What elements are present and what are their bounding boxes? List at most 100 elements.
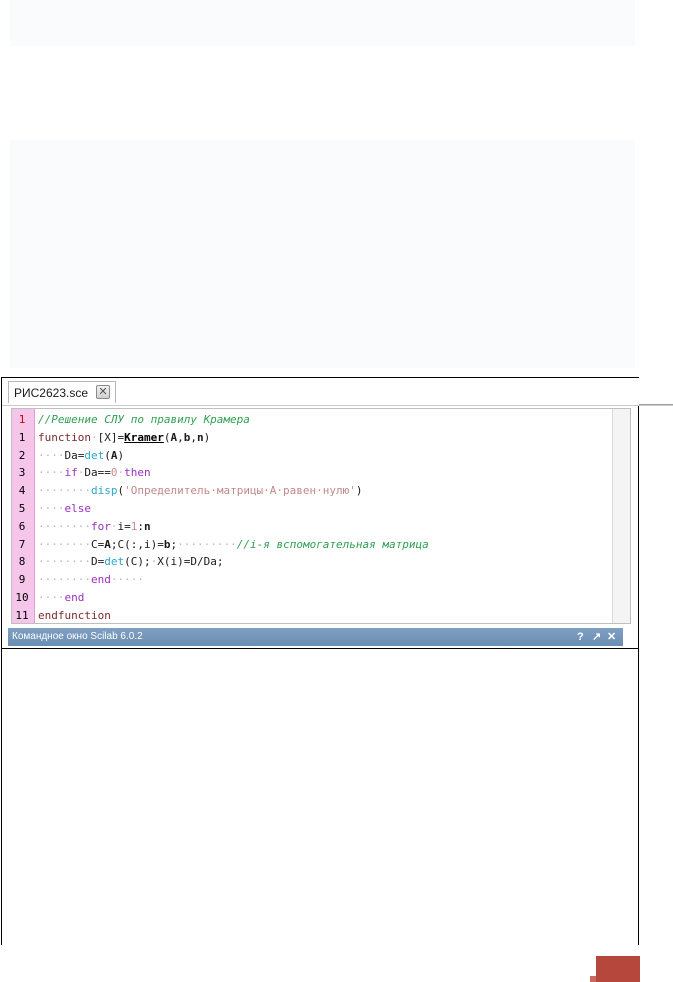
code-token: for: [90, 519, 111, 533]
line-number: 1: [18, 413, 26, 426]
code-token: ): [137, 555, 144, 569]
code-token: /: [196, 555, 204, 569]
faint-band-middle: [10, 140, 635, 368]
code-token: ····: [38, 448, 65, 462]
code-token: D: [90, 555, 98, 569]
code-line[interactable]: 11 endfunction: [12, 607, 612, 623]
code-token: function: [38, 430, 91, 444]
code-token: Da: [203, 555, 217, 569]
code-editor[interactable]: 1 //Решение СЛУ по правилу Крамера 1 functi…: [11, 408, 631, 624]
code-text: ········C=A;C(:,i)=b;·········//i-я вспо…: [38, 536, 429, 554]
code-token: ==: [97, 466, 111, 480]
code-text: endfunction: [38, 607, 111, 623]
help-icon[interactable]: ?: [577, 628, 584, 646]
code-token: n: [143, 519, 151, 533]
code-token: ·····: [110, 573, 144, 587]
code-token: 'Определитель·матрицы·А·равен·нулю': [124, 484, 356, 498]
code-token: ;: [143, 555, 151, 569]
code-line[interactable]: 1 function·[X]=Kramer(A,b,n): [12, 429, 612, 447]
code-token: end: [90, 573, 111, 587]
code-text: ····else: [38, 500, 91, 518]
console-title-bar: Командное окно Scilab 6.0.2 ? ↗ ✕: [8, 628, 623, 646]
code-text: ········D=det(C);·X(i)=D/Da;: [38, 553, 223, 571]
code-token: [X]: [97, 430, 118, 444]
code-token: else: [64, 502, 92, 515]
line-number: 9: [18, 573, 26, 587]
line-number: 11: [15, 608, 29, 622]
code-line[interactable]: 9 ········end·····: [12, 571, 612, 589]
code-token: //i-я вспомогательная матрица: [236, 537, 429, 551]
code-token: ········: [38, 555, 91, 569]
code-token: A: [110, 448, 118, 462]
code-token: A: [104, 537, 111, 551]
code-token: Kramer: [124, 430, 164, 444]
code-token: ,: [177, 430, 184, 444]
line-number: 3: [18, 466, 26, 480]
scinotes-window: РИС2623.sce ✕ 1 //Решение СЛУ по правилу …: [1, 377, 673, 945]
code-token: then: [124, 466, 151, 480]
code-line[interactable]: 6 ········for·i=1:n: [12, 518, 612, 536]
code-text: ····Da=det(A): [38, 447, 124, 465]
code-line[interactable]: 5 ····else: [12, 500, 612, 518]
code-token: ): [177, 555, 184, 569]
line-number: 6: [18, 519, 26, 533]
console-output-area[interactable]: [2, 648, 638, 945]
code-token: :: [137, 519, 144, 533]
code-token: 0: [110, 466, 118, 480]
line-number: 2: [18, 448, 26, 462]
code-token: C: [90, 537, 98, 551]
code-token: ········: [38, 484, 91, 498]
code-token: (: [124, 537, 131, 551]
undock-icon[interactable]: ↗: [592, 628, 601, 646]
code-token: ·: [90, 430, 98, 444]
code-line[interactable]: 1 //Решение СЛУ по правилу Крамера: [12, 411, 612, 429]
code-token: ): [117, 448, 125, 462]
line-number: 10: [15, 591, 29, 604]
code-token: disp: [90, 484, 118, 498]
code-token: n: [196, 430, 204, 444]
file-tab[interactable]: РИС2623.sce ✕: [8, 381, 116, 403]
code-token: ): [203, 430, 211, 444]
code-token: if: [64, 466, 78, 480]
code-line[interactable]: 7 ········C=A;C(:,i)=b;·········//i-я всп…: [12, 536, 612, 554]
code-token: Da: [84, 466, 98, 480]
code-token: ,: [190, 430, 197, 444]
vertical-scrollbar[interactable]: [612, 409, 630, 623]
code-token: =: [124, 519, 131, 533]
code-text: function·[X]=Kramer(A,b,n): [38, 429, 210, 447]
code-token: D: [190, 555, 197, 569]
code-line[interactable]: 4 ········disp('Определитель·матрицы·А·ра…: [12, 482, 612, 500]
code-text: ········disp('Определитель·матрицы·А·рав…: [38, 482, 363, 500]
code-token: ········: [38, 519, 91, 533]
code-token: ;: [216, 555, 224, 569]
code-text: //Решение СЛУ по правилу Крамера: [38, 411, 250, 429]
code-token: =: [157, 537, 164, 551]
code-token: ····: [38, 502, 65, 515]
code-token: ·········: [177, 537, 237, 551]
faint-band-top: [10, 0, 635, 46]
code-token: ········: [38, 573, 91, 587]
code-token: (: [124, 555, 131, 569]
code-line[interactable]: 2 ····Da=det(A): [12, 447, 612, 465]
line-number: 1: [18, 430, 26, 444]
code-token: //Решение СЛУ по правилу Крамера: [38, 413, 250, 426]
code-token: det: [84, 448, 105, 462]
code-token: X: [157, 555, 164, 569]
close-tab-icon[interactable]: ✕: [96, 385, 110, 399]
line-number: 4: [18, 484, 26, 498]
page-number-tab: [590, 956, 640, 982]
close-console-icon[interactable]: ✕: [607, 628, 616, 646]
code-token: endfunction: [38, 608, 111, 622]
line-number: 8: [18, 555, 26, 569]
code-text: ········for·i=1:n: [38, 518, 151, 536]
code-line[interactable]: 8 ········D=det(C);·X(i)=D/Da;: [12, 553, 612, 571]
code-line[interactable]: 3 ····if·Da==0·then: [12, 464, 612, 482]
code-token: ): [355, 484, 363, 498]
console-title: Командное окно Scilab 6.0.2: [12, 631, 143, 642]
code-line[interactable]: 10 ····end: [12, 589, 612, 607]
line-number: 5: [18, 502, 26, 515]
code-token: ····: [38, 591, 65, 604]
tab-strip-extension: [639, 378, 673, 405]
code-token: det: [104, 555, 125, 569]
code-text: ········end·····: [38, 571, 144, 589]
